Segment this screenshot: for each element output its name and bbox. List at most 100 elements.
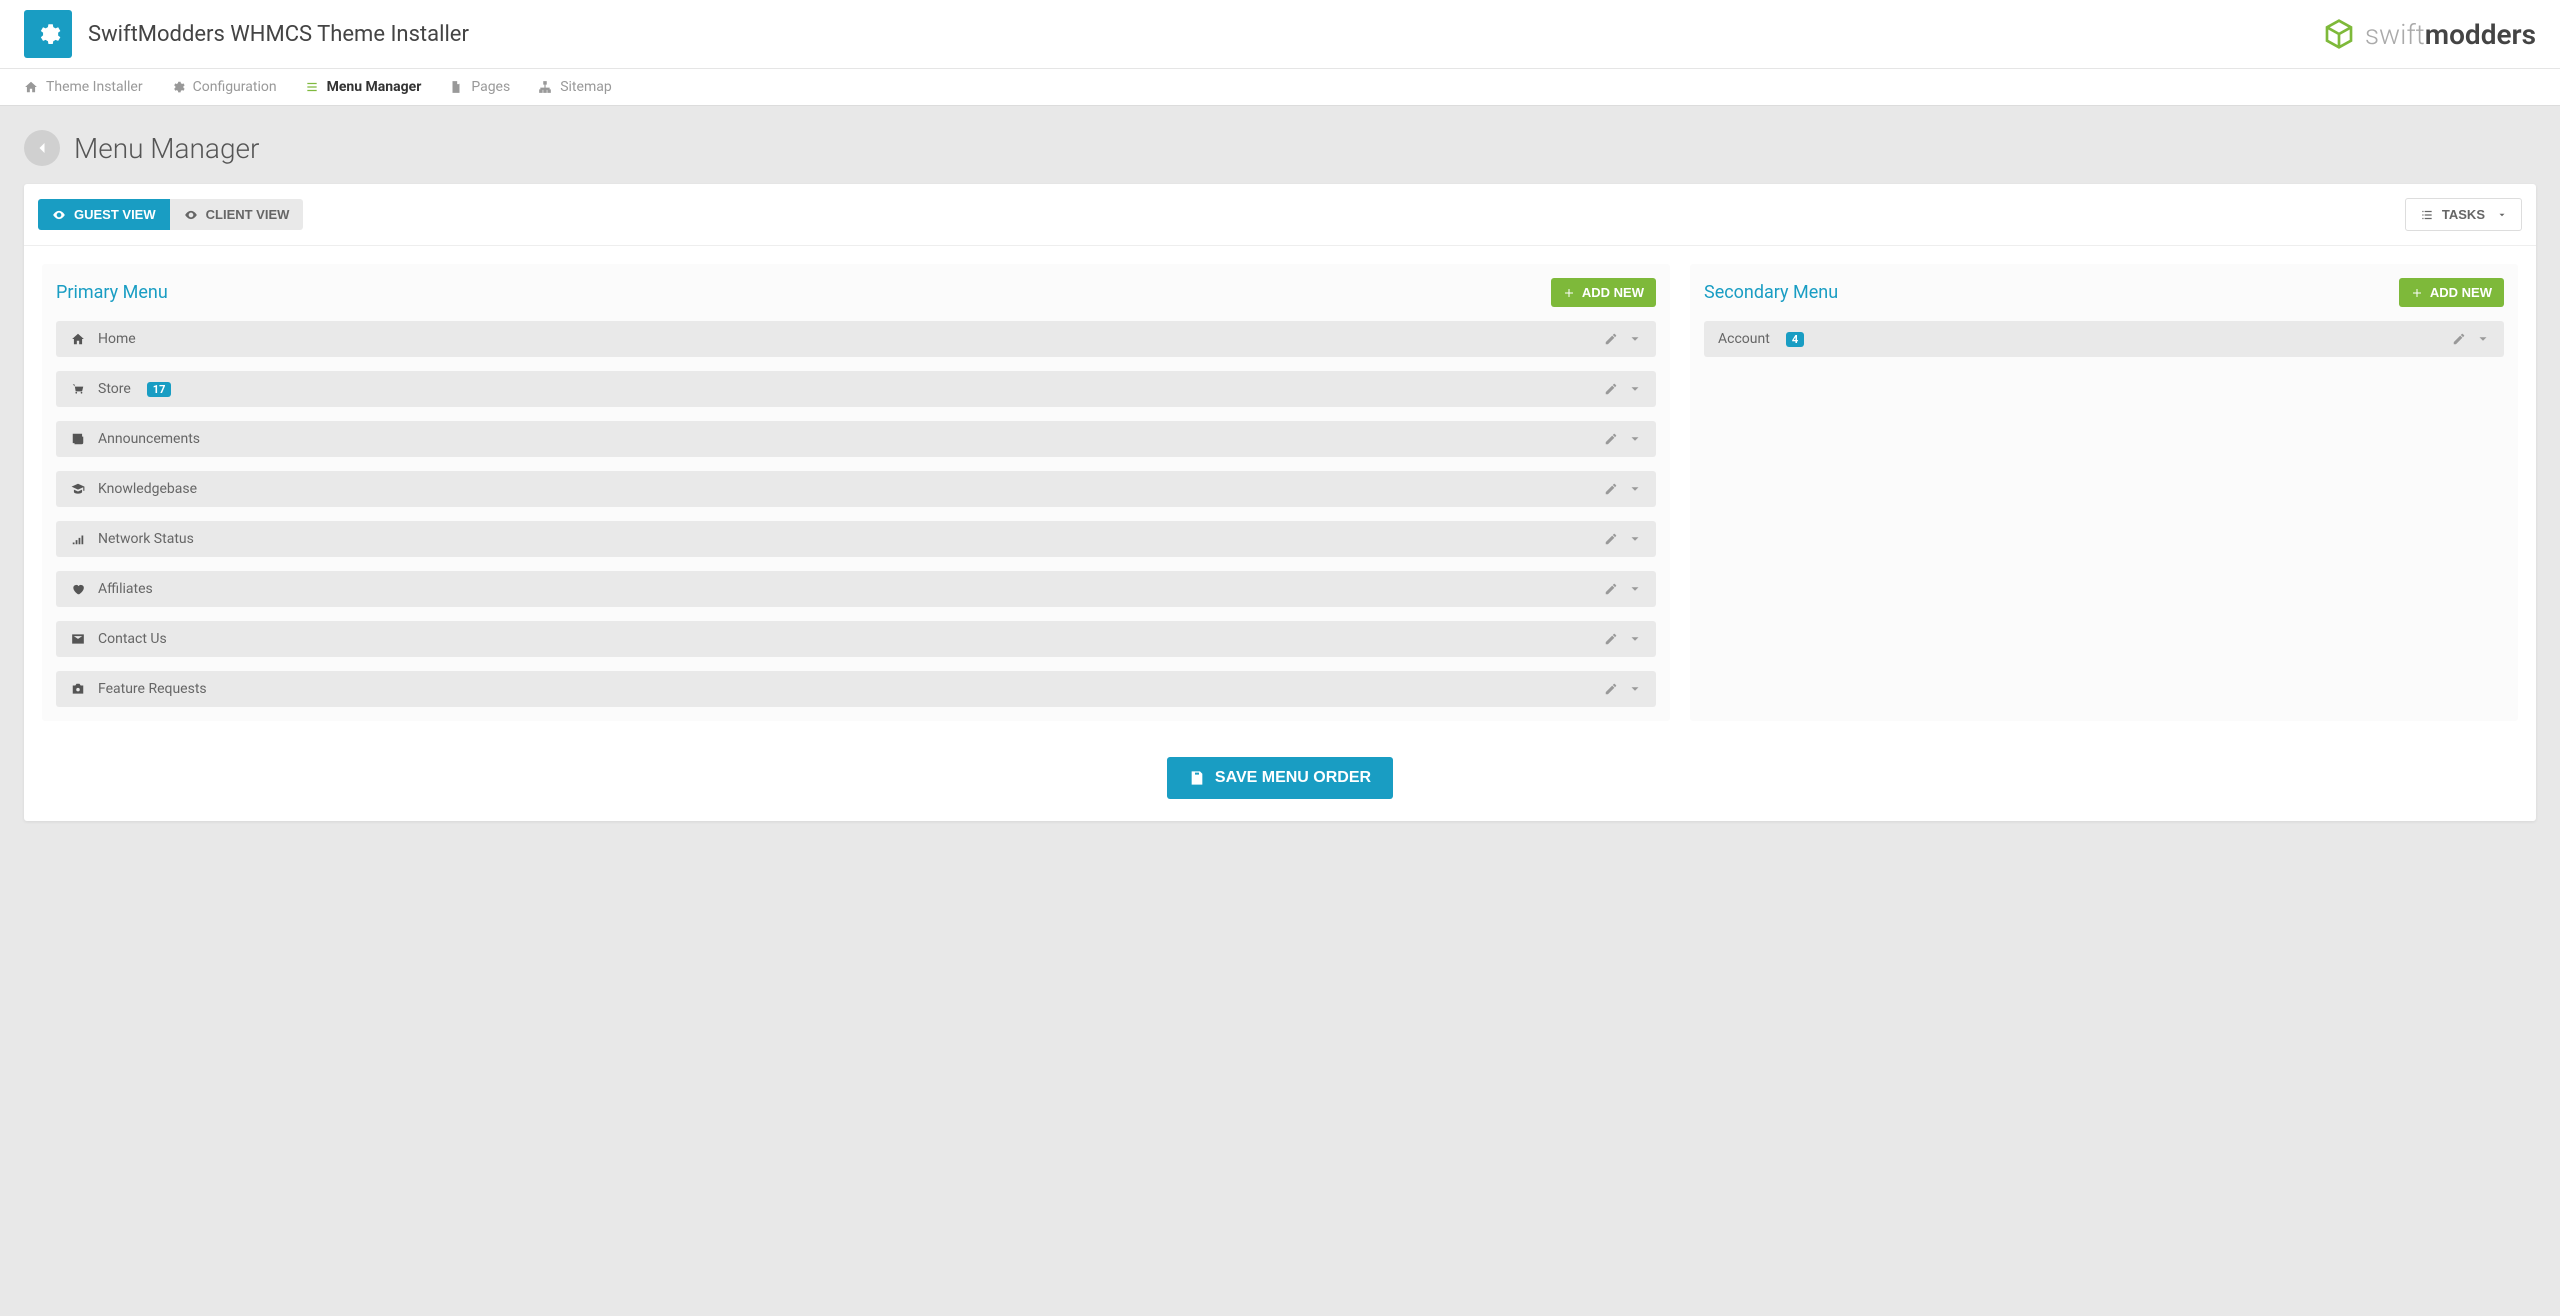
- cart-icon: [70, 381, 86, 397]
- menu-item-label: Announcements: [98, 431, 200, 447]
- edit-icon[interactable]: [1604, 382, 1618, 396]
- panel-toolbar: GUEST VIEW CLIENT VIEW TASKS: [24, 184, 2536, 246]
- brand-gear-icon: [24, 10, 72, 58]
- chevron-down-icon[interactable]: [1628, 532, 1642, 546]
- save-icon: [1189, 770, 1205, 786]
- caret-down-icon: [2497, 210, 2507, 220]
- chevron-down-icon[interactable]: [1628, 382, 1642, 396]
- primary-menu-column: Primary Menu ADD NEW Home: [42, 264, 1670, 721]
- count-badge: 17: [147, 382, 172, 397]
- nav-label: Configuration: [193, 79, 277, 95]
- edit-icon[interactable]: [1604, 482, 1618, 496]
- menu-item-affiliates[interactable]: Affiliates: [56, 571, 1656, 607]
- edit-icon[interactable]: [1604, 582, 1618, 596]
- chevron-down-icon[interactable]: [2476, 332, 2490, 346]
- cube-icon: [2323, 18, 2355, 50]
- add-new-secondary-button[interactable]: ADD NEW: [2399, 278, 2504, 307]
- button-label: ADD NEW: [2430, 285, 2492, 300]
- brand-logo: swiftmodders: [2323, 18, 2536, 51]
- sitemap-icon: [538, 80, 552, 94]
- navbar: Theme Installer Configuration Menu Manag…: [0, 69, 2560, 106]
- plus-icon: [1563, 287, 1575, 299]
- menu-item-label: Feature Requests: [98, 681, 207, 697]
- main-panel: GUEST VIEW CLIENT VIEW TASKS Primary Men…: [24, 184, 2536, 821]
- edit-icon[interactable]: [1604, 632, 1618, 646]
- menu-item-label: Store: [98, 381, 131, 397]
- plus-icon: [2411, 287, 2423, 299]
- menu-item-label: Account: [1718, 331, 1770, 347]
- chevron-down-icon[interactable]: [1628, 432, 1642, 446]
- list-icon: [305, 80, 319, 94]
- primary-menu-title: Primary Menu: [56, 282, 168, 303]
- button-label: ADD NEW: [1582, 285, 1644, 300]
- button-label: SAVE MENU ORDER: [1215, 769, 1371, 787]
- edit-icon[interactable]: [1604, 332, 1618, 346]
- add-new-primary-button[interactable]: ADD NEW: [1551, 278, 1656, 307]
- edit-icon[interactable]: [1604, 432, 1618, 446]
- menu-item-knowledgebase[interactable]: Knowledgebase: [56, 471, 1656, 507]
- topbar: SwiftModders WHMCS Theme Installer swift…: [0, 0, 2560, 69]
- chevron-down-icon[interactable]: [1628, 582, 1642, 596]
- menu-item-label: Network Status: [98, 531, 194, 547]
- nav-pages[interactable]: Pages: [449, 79, 510, 95]
- home-icon: [24, 80, 38, 94]
- menu-item-contact-us[interactable]: Contact Us: [56, 621, 1656, 657]
- primary-menu-header: Primary Menu ADD NEW: [56, 278, 1656, 307]
- page-header: Menu Manager: [0, 106, 2560, 184]
- menu-item-label: Contact Us: [98, 631, 167, 647]
- menu-item-home[interactable]: Home: [56, 321, 1656, 357]
- back-button[interactable]: [24, 130, 60, 166]
- menu-item-label: Home: [98, 331, 136, 347]
- edit-icon[interactable]: [1604, 682, 1618, 696]
- chevron-down-icon[interactable]: [1628, 482, 1642, 496]
- nav-label: Pages: [471, 79, 510, 95]
- tasks-icon: [2420, 208, 2434, 222]
- envelope-icon: [70, 631, 86, 647]
- edit-icon[interactable]: [2452, 332, 2466, 346]
- brand-logo-text: swiftmodders: [2365, 18, 2536, 51]
- menu-item-label: Knowledgebase: [98, 481, 197, 497]
- nav-label: Theme Installer: [46, 79, 143, 95]
- button-label: GUEST VIEW: [74, 207, 156, 222]
- news-icon: [70, 431, 86, 447]
- nav-menu-manager[interactable]: Menu Manager: [305, 79, 422, 95]
- menu-item-feature-requests[interactable]: Feature Requests: [56, 671, 1656, 707]
- page-title: Menu Manager: [74, 132, 259, 165]
- edit-icon[interactable]: [1604, 532, 1618, 546]
- eye-icon: [184, 208, 198, 222]
- signal-icon: [70, 531, 86, 547]
- save-row: SAVE MENU ORDER: [24, 739, 2536, 821]
- menu-item-store[interactable]: Store 17: [56, 371, 1656, 407]
- secondary-menu-column: Secondary Menu ADD NEW Account 4: [1690, 264, 2518, 721]
- menu-item-announcements[interactable]: Announcements: [56, 421, 1656, 457]
- file-icon: [449, 80, 463, 94]
- menu-item-network-status[interactable]: Network Status: [56, 521, 1656, 557]
- camera-icon: [70, 681, 86, 697]
- guest-view-button[interactable]: GUEST VIEW: [38, 199, 170, 230]
- app-title: SwiftModders WHMCS Theme Installer: [88, 22, 469, 47]
- nav-sitemap[interactable]: Sitemap: [538, 79, 611, 95]
- chevron-down-icon[interactable]: [1628, 332, 1642, 346]
- menu-item-account[interactable]: Account 4: [1704, 321, 2504, 357]
- nav-theme-installer[interactable]: Theme Installer: [24, 79, 143, 95]
- nav-label: Sitemap: [560, 79, 611, 95]
- nav-label: Menu Manager: [327, 79, 422, 95]
- nav-configuration[interactable]: Configuration: [171, 79, 277, 95]
- brand-left: SwiftModders WHMCS Theme Installer: [24, 10, 469, 58]
- button-label: TASKS: [2442, 207, 2485, 222]
- menu-item-label: Affiliates: [98, 581, 153, 597]
- view-toggle-group: GUEST VIEW CLIENT VIEW: [38, 199, 303, 230]
- save-menu-order-button[interactable]: SAVE MENU ORDER: [1167, 757, 1393, 799]
- eye-icon: [52, 208, 66, 222]
- secondary-menu-title: Secondary Menu: [1704, 282, 1838, 303]
- client-view-button[interactable]: CLIENT VIEW: [170, 199, 304, 230]
- home-icon: [70, 331, 86, 347]
- button-label: CLIENT VIEW: [206, 207, 290, 222]
- chevron-down-icon[interactable]: [1628, 682, 1642, 696]
- grad-cap-icon: [70, 481, 86, 497]
- gear-icon: [171, 80, 185, 94]
- secondary-menu-header: Secondary Menu ADD NEW: [1704, 278, 2504, 307]
- chevron-down-icon[interactable]: [1628, 632, 1642, 646]
- count-badge: 4: [1786, 332, 1804, 347]
- tasks-dropdown[interactable]: TASKS: [2405, 198, 2522, 231]
